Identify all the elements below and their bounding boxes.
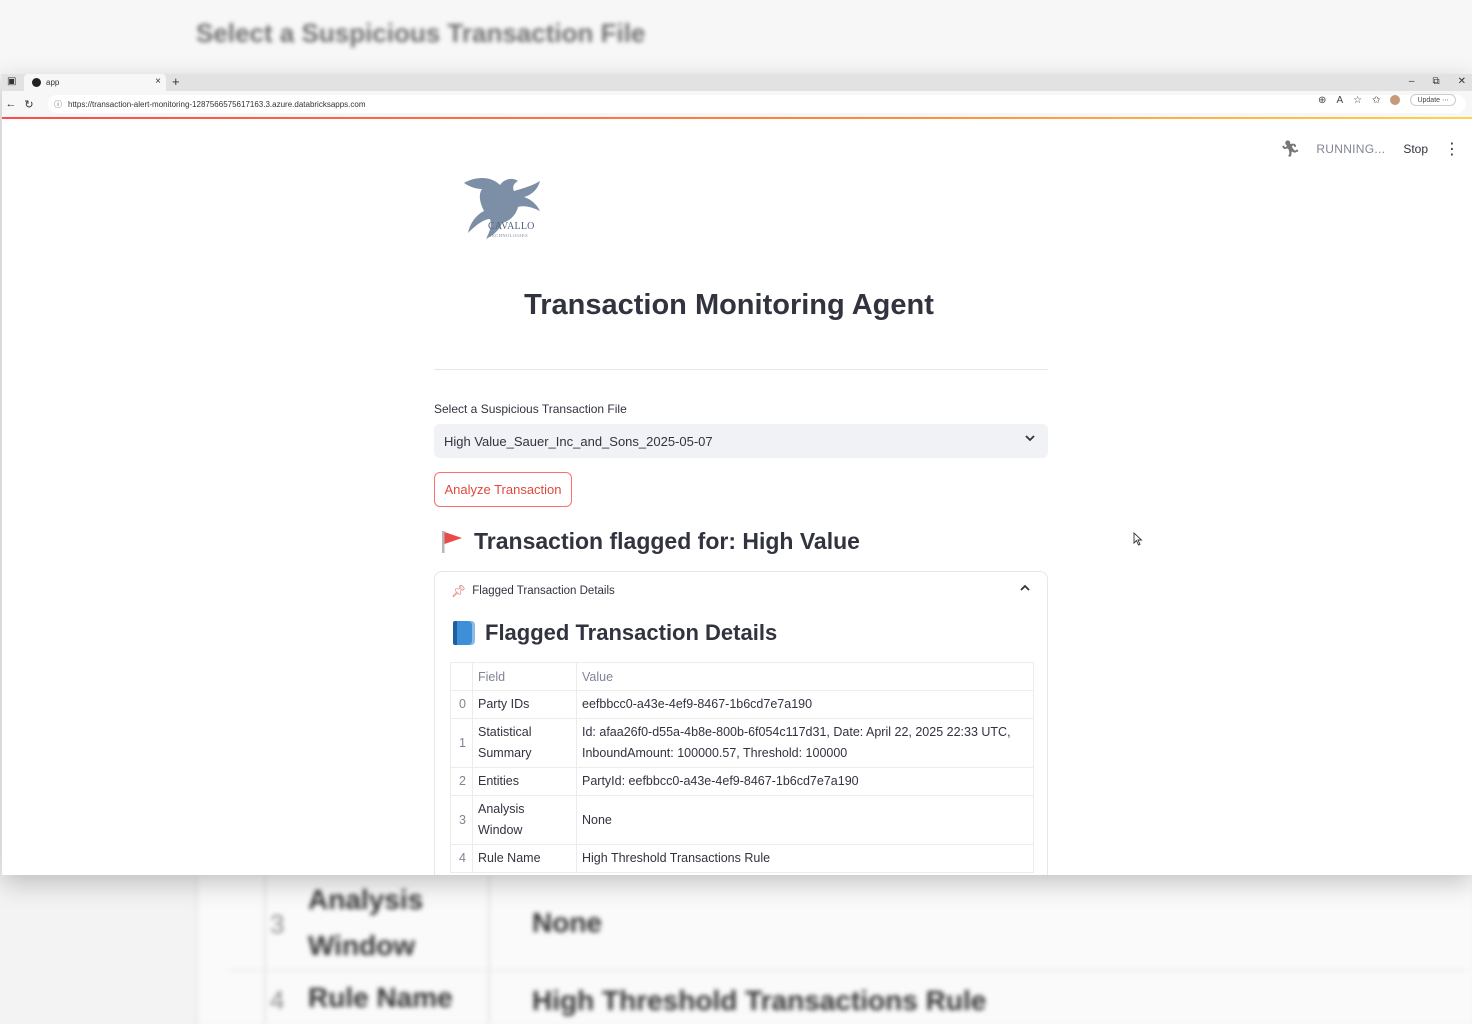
flag-heading-text: Transaction flagged for: High Value bbox=[474, 528, 860, 554]
pushpin-icon: 📌︎ bbox=[451, 584, 467, 598]
row-value: Id: afaa26f0-d55a-4b8e-800b-6f054c117d31… bbox=[576, 718, 1034, 768]
chevron-down-icon bbox=[1025, 435, 1035, 442]
row-value: eefbbcc0-a43e-4ef9-8467-1b6cd7e7a190 bbox=[576, 690, 1034, 719]
row-index: 0 bbox=[450, 690, 473, 719]
title-divider bbox=[434, 369, 1048, 370]
read-aloud-icon[interactable]: A bbox=[1336, 95, 1343, 106]
browser-window: ▣ app × + – ⧉ ✕ ← ↻ ⓘ https://transactio… bbox=[2, 74, 1472, 875]
lock-icon[interactable]: ⓘ bbox=[54, 99, 62, 110]
backdrop-row-field: Analysis Window bbox=[308, 884, 424, 961]
stop-button[interactable]: Stop bbox=[1403, 142, 1428, 156]
blue-book-icon bbox=[453, 621, 475, 645]
details-title: Flagged Transaction Details bbox=[453, 620, 777, 646]
backdrop-top: Select a Suspicious Transaction File bbox=[0, 0, 1472, 74]
red-flag-icon bbox=[442, 530, 462, 553]
favicon-icon bbox=[32, 78, 41, 87]
restore-icon[interactable]: ⧉ bbox=[1432, 76, 1439, 87]
flag-heading: Transaction flagged for: High Value bbox=[438, 528, 860, 555]
zoom-icon[interactable]: ⊕ bbox=[1318, 95, 1326, 106]
back-arrow-icon[interactable]: ← bbox=[2, 98, 20, 110]
row-value: High Threshold Transactions Rule bbox=[576, 844, 1034, 873]
address-bar: ← ↻ ⓘ https://transaction-alert-monitori… bbox=[2, 91, 1472, 117]
row-index: 2 bbox=[450, 767, 473, 796]
mouse-cursor-icon bbox=[1133, 532, 1143, 546]
backdrop-table: 3 Analysis Window None 4 Rule Name High … bbox=[196, 875, 1472, 1024]
backdrop-row-index: 3 bbox=[270, 909, 285, 939]
tab-title: app bbox=[46, 78, 60, 87]
row-field: Entities bbox=[472, 767, 577, 796]
runner-icon: 🏃︎ bbox=[1280, 141, 1301, 158]
table-row: 1 Statistical Summary Id: afaa26f0-d55a-… bbox=[450, 718, 1034, 768]
tab-actions-icon[interactable]: ▣ bbox=[7, 77, 16, 87]
url-field[interactable]: ⓘ https://transaction-alert-monitoring-1… bbox=[48, 95, 1466, 113]
file-select-value: High Value_Sauer_Inc_and_Sons_2025-05-07 bbox=[444, 433, 713, 449]
running-status: RUNNING... bbox=[1316, 142, 1386, 156]
row-index: 1 bbox=[450, 718, 473, 768]
table-row: 0 Party IDs eefbbcc0-a43e-4ef9-8467-1b6c… bbox=[450, 690, 1034, 719]
update-label: Update bbox=[1417, 97, 1441, 104]
column-header-field: Field bbox=[472, 662, 577, 691]
reload-icon[interactable]: ↻ bbox=[20, 98, 38, 111]
page-title: Transaction Monitoring Agent bbox=[524, 289, 934, 321]
column-header-index bbox=[450, 662, 473, 691]
table-row: 3 Analysis Window None bbox=[450, 795, 1034, 845]
backdrop-row-field: Rule Name bbox=[308, 982, 453, 1013]
details-expander: 📌︎ Flagged Transaction Details Flagged T… bbox=[434, 571, 1048, 875]
new-tab-button[interactable]: + bbox=[172, 74, 180, 90]
details-title-text: Flagged Transaction Details bbox=[485, 620, 778, 645]
profile-avatar[interactable] bbox=[1390, 95, 1401, 105]
row-field: Party IDs bbox=[472, 690, 577, 719]
row-index: 3 bbox=[450, 795, 473, 845]
minimize-icon[interactable]: – bbox=[1409, 76, 1415, 87]
url-text: https://transaction-alert-monitoring-128… bbox=[68, 99, 366, 109]
app-page: 🏃︎ RUNNING... Stop ⋮ CAVALLO TECHNOLOGIE… bbox=[2, 119, 1472, 875]
row-value: None bbox=[576, 795, 1034, 845]
backdrop-row-index: 4 bbox=[270, 985, 285, 1015]
analyze-transaction-button[interactable]: Analyze Transaction bbox=[434, 472, 572, 507]
chevron-up-icon[interactable] bbox=[1019, 582, 1031, 594]
backdrop-row: 3 Analysis Window None bbox=[228, 875, 1468, 971]
file-select-label: Select a Suspicious Transaction File bbox=[434, 402, 627, 416]
table-row: 4 Rule Name High Threshold Transactions … bbox=[450, 844, 1034, 873]
logo-brand: CAVALLO bbox=[488, 221, 535, 232]
row-field: Rule Name bbox=[472, 844, 577, 873]
backdrop-row-value: High Threshold Transactions Rule bbox=[532, 985, 987, 1016]
tab-close-icon[interactable]: × bbox=[155, 76, 161, 87]
table-row: 2 Entities PartyId: eefbbcc0-a43e-4ef9-8… bbox=[450, 767, 1034, 796]
favorites-icon[interactable]: ✩ bbox=[1372, 95, 1380, 106]
row-field: Analysis Window bbox=[472, 795, 577, 845]
backdrop-row-value: None bbox=[532, 907, 602, 938]
column-header-value: Value bbox=[576, 662, 1034, 691]
expander-label: Flagged Transaction Details bbox=[472, 585, 615, 597]
browser-tab[interactable]: app × bbox=[24, 74, 166, 91]
table-header-row: Field Value bbox=[450, 662, 1034, 691]
window-close-icon[interactable]: ✕ bbox=[1458, 76, 1466, 87]
row-field: Statistical Summary bbox=[472, 718, 577, 768]
file-select[interactable]: High Value_Sauer_Inc_and_Sons_2025-05-07 bbox=[434, 424, 1048, 458]
details-table: Field Value 0 Party IDs eefbbcc0-a43e-4e… bbox=[450, 662, 1034, 873]
row-index: 4 bbox=[450, 844, 473, 873]
row-value: PartyId: eefbbcc0-a43e-4ef9-8467-1b6cd7e… bbox=[576, 767, 1034, 796]
window-controls: – ⧉ ✕ bbox=[1409, 76, 1466, 87]
logo-subtitle: TECHNOLOGIES bbox=[489, 233, 529, 238]
kebab-menu-icon[interactable]: ⋮ bbox=[1444, 139, 1460, 159]
update-button[interactable]: Update ⋯ bbox=[1410, 94, 1456, 106]
tab-bar: ▣ app × + – ⧉ ✕ bbox=[2, 74, 1472, 91]
star-icon[interactable]: ☆ bbox=[1353, 95, 1362, 106]
expander-header[interactable]: 📌︎ Flagged Transaction Details bbox=[451, 584, 615, 598]
run-status: 🏃︎ RUNNING... Stop ⋮ bbox=[1280, 139, 1460, 159]
backdrop-row: 4 Rule Name High Threshold Transactions … bbox=[228, 971, 1468, 1024]
address-bar-actions: ⊕ A ☆ ✩ Update ⋯ bbox=[1318, 94, 1456, 106]
backdrop-title: Select a Suspicious Transaction File bbox=[196, 18, 646, 48]
